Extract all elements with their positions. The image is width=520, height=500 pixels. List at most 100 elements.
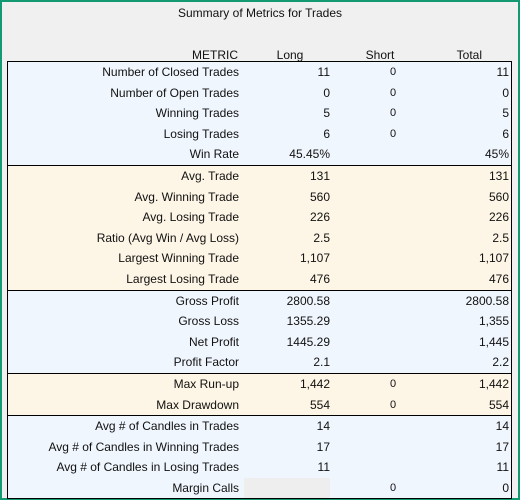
total-value: 14 bbox=[495, 419, 509, 434]
metric-label: Winning Trades bbox=[155, 106, 239, 121]
short-value bbox=[368, 311, 418, 332]
column-header-metric: METRIC bbox=[192, 48, 238, 62]
short-value bbox=[368, 332, 418, 353]
table-row: Gross Loss 1355.29 1,355 bbox=[8, 311, 511, 332]
long-value: 2800.58 bbox=[286, 293, 330, 308]
column-header-total: Total bbox=[456, 48, 482, 62]
metric-label: Avg. Trade bbox=[181, 168, 239, 183]
table-row: Ratio (Avg Win / Avg Loss) 2.5 2.5 bbox=[8, 228, 511, 249]
table-row: Losing Trades 6 0 6 bbox=[8, 124, 511, 145]
total-value: 476 bbox=[488, 271, 509, 286]
total-value: 0 bbox=[502, 480, 509, 495]
short-value bbox=[368, 352, 418, 373]
column-header-long: Long bbox=[276, 48, 304, 62]
total-value: 131 bbox=[488, 168, 509, 183]
table-row: Avg # of Candles in Winning Trades 17 17 bbox=[8, 437, 511, 458]
metric-label: Max Drawdown bbox=[156, 397, 239, 412]
long-value: 17 bbox=[316, 439, 330, 454]
metric-label: Ratio (Avg Win / Avg Loss) bbox=[96, 230, 239, 245]
short-value bbox=[368, 144, 418, 165]
total-value: 2.5 bbox=[492, 230, 509, 245]
long-value: 45.45% bbox=[289, 147, 330, 162]
table-row: Win Rate 45.45% 45% bbox=[8, 144, 511, 165]
long-value: 1,442 bbox=[299, 376, 330, 391]
table-row: Avg. Trade 131 131 bbox=[8, 166, 511, 187]
table-row: Avg. Winning Trade 560 560 bbox=[8, 187, 511, 208]
table-row: Net Profit 1445.29 1,445 bbox=[8, 332, 511, 353]
total-value: 17 bbox=[495, 439, 509, 454]
table-row: Max Drawdown 554 0 554 bbox=[8, 395, 511, 416]
table-row: Number of Open Trades 0 0 0 bbox=[8, 83, 511, 104]
total-value: 6 bbox=[502, 126, 509, 141]
short-value: 0 bbox=[389, 66, 397, 78]
long-value: 2.5 bbox=[313, 230, 330, 245]
long-value: 554 bbox=[309, 397, 330, 412]
short-value: 0 bbox=[389, 377, 397, 390]
total-value: 2.2 bbox=[492, 355, 509, 370]
table-row: Avg # of Candles in Trades 14 14 bbox=[8, 416, 511, 437]
long-value: 11 bbox=[317, 460, 330, 475]
column-header-short: Short bbox=[365, 48, 395, 62]
metrics-table: Number of Closed Trades 11 0 11 Number of Op… bbox=[7, 61, 512, 500]
short-value bbox=[368, 207, 418, 228]
short-value bbox=[368, 248, 418, 269]
metric-label: Avg. Losing Trade bbox=[142, 210, 239, 225]
metric-label: Avg # of Candles in Losing Trades bbox=[56, 460, 239, 475]
total-value: 2800.58 bbox=[465, 293, 509, 308]
table-row: Number of Closed Trades 11 0 11 bbox=[8, 62, 511, 83]
short-value bbox=[368, 228, 418, 249]
short-value: 0 bbox=[389, 127, 397, 140]
table-row: Avg # of Candles in Losing Trades 11 11 bbox=[8, 457, 511, 478]
short-value bbox=[368, 437, 418, 458]
long-value: 226 bbox=[309, 210, 330, 225]
window-title: Summary of Metrics for Trades bbox=[177, 6, 343, 20]
metrics-section: Gross Profit 2800.58 2800.58 Gross Loss 1355… bbox=[7, 289, 512, 374]
table-row: Margin Calls 0 0 bbox=[8, 477, 511, 499]
total-value: 5 bbox=[502, 106, 509, 121]
total-value: 0 bbox=[502, 85, 509, 100]
metric-label: Margin Calls bbox=[172, 480, 239, 495]
long-value: 2.1 bbox=[313, 355, 330, 370]
short-value: 0 bbox=[389, 398, 397, 411]
metrics-section: Max Run-up 1,442 0 1,442 Max Drawdown 554 0 554 bbox=[7, 372, 512, 417]
total-value: 554 bbox=[488, 397, 509, 412]
long-value: 1,107 bbox=[299, 251, 330, 266]
metric-label: Gross Loss bbox=[178, 314, 239, 329]
short-value bbox=[368, 166, 418, 187]
metric-label: Avg. Winning Trade bbox=[134, 189, 239, 204]
total-value: 1,442 bbox=[478, 376, 509, 391]
total-value: 226 bbox=[488, 210, 509, 225]
table-row: Max Run-up 1,442 0 1,442 bbox=[8, 374, 511, 395]
total-value: 45% bbox=[484, 147, 509, 162]
total-value: 1,107 bbox=[478, 251, 509, 266]
metric-label: Win Rate bbox=[189, 147, 239, 162]
metrics-section: Number of Closed Trades 11 0 11 Number of Op… bbox=[7, 61, 512, 166]
short-value bbox=[368, 416, 418, 437]
long-value: 14 bbox=[316, 419, 330, 434]
table-row: Profit Factor 2.1 2.2 bbox=[8, 352, 511, 373]
long-value: 1355.29 bbox=[286, 314, 330, 329]
metric-label: Profit Factor bbox=[173, 355, 239, 370]
total-value: 11 bbox=[496, 65, 509, 79]
short-value: 0 bbox=[389, 86, 397, 99]
table-row: Gross Profit 2800.58 2800.58 bbox=[8, 291, 511, 312]
short-value: 0 bbox=[389, 481, 397, 494]
metric-label: Largest Losing Trade bbox=[126, 271, 239, 286]
metric-label: Avg # of Candles in Winning Trades bbox=[48, 439, 239, 454]
total-value: 1,355 bbox=[478, 314, 509, 329]
metric-label: Number of Closed Trades bbox=[102, 65, 239, 79]
metric-label: Number of Open Trades bbox=[110, 85, 239, 100]
metrics-summary-window: Summary of Metrics for Trades METRIC Lon… bbox=[0, 0, 520, 500]
long-value: 1445.29 bbox=[286, 334, 330, 349]
table-row: Winning Trades 5 0 5 bbox=[8, 103, 511, 124]
long-value: 5 bbox=[323, 106, 330, 121]
total-value: 1,445 bbox=[478, 334, 509, 349]
metric-label: Avg # of Candles in Trades bbox=[95, 419, 239, 434]
metrics-section: Avg. Trade 131 131 Avg. Winning Trade 560 560… bbox=[7, 164, 512, 291]
table-row: Avg. Losing Trade 226 226 bbox=[8, 207, 511, 228]
metric-label: Largest Winning Trade bbox=[118, 251, 239, 266]
long-value: 560 bbox=[309, 189, 330, 204]
metric-label: Losing Trades bbox=[163, 126, 239, 141]
long-value: 6 bbox=[323, 126, 330, 141]
short-value: 0 bbox=[389, 107, 397, 120]
